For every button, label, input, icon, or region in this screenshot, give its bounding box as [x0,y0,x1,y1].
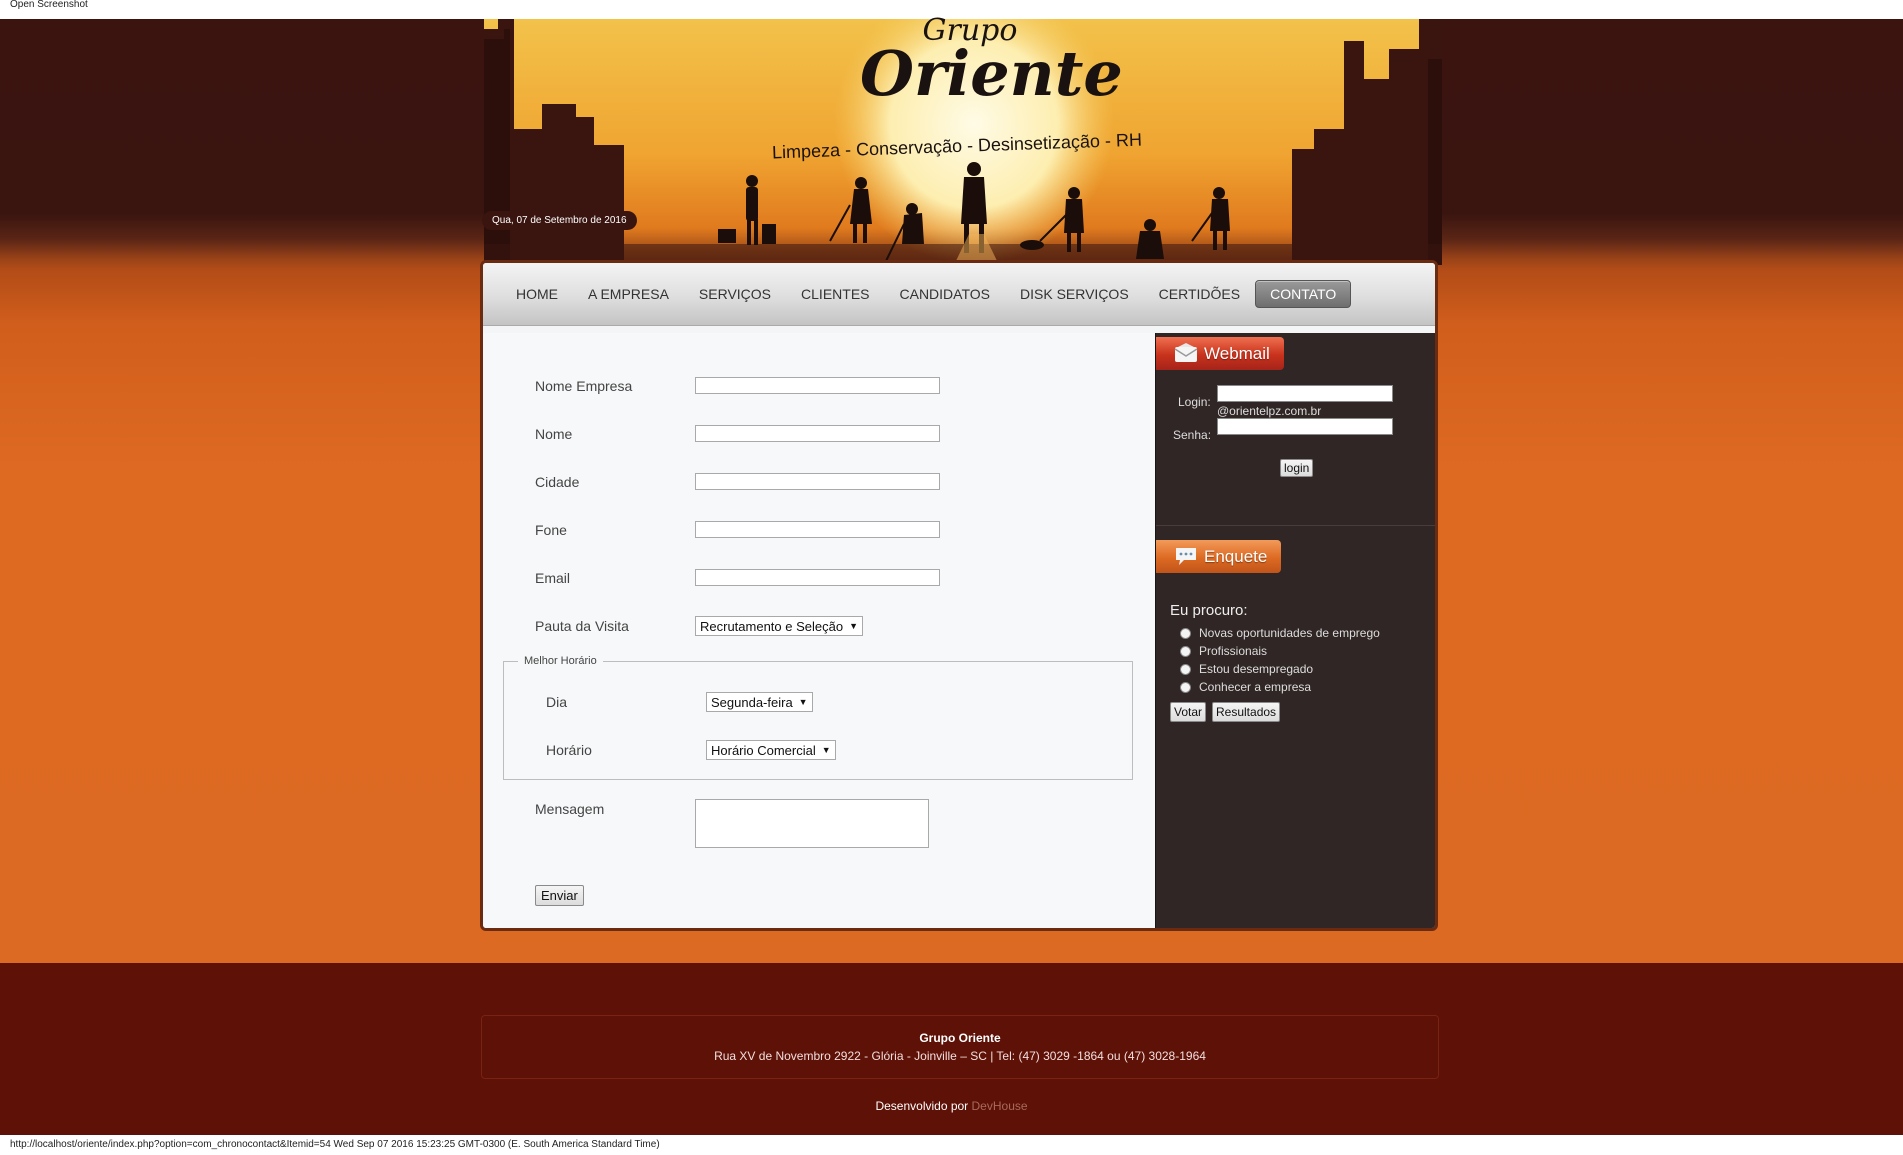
nome-input[interactable] [695,425,940,442]
radio-button[interactable] [1180,663,1191,675]
nav-item-a-empresa[interactable]: A EMPRESA [573,280,684,308]
enquete-title: Enquete [1156,540,1282,573]
horario-label: Horário [546,742,592,758]
dev-prefix: Desenvolvido por [875,1099,969,1113]
field-row-dia: Dia Segunda-feira ▼ [546,692,813,712]
poll-option[interactable]: Estou desempregado [1180,662,1313,676]
footer-company: Grupo Oriente [919,1031,1001,1045]
field-row-email: Email [535,569,940,586]
field-row-mensagem: Mensagem [535,799,929,848]
poll-option-label: Profissionais [1199,644,1268,658]
cidade-label: Cidade [535,473,580,490]
login-input[interactable] [1217,385,1393,402]
contact-form: Nome Empresa Nome Cidade Fone Email Paut… [483,333,1155,928]
radio-button[interactable] [1180,627,1191,639]
poll-option-label: Estou desempregado [1199,662,1314,676]
chat-bubble-icon [1176,548,1196,565]
pauta-select[interactable]: Recrutamento e Seleção ▼ [695,616,864,636]
radio-button[interactable] [1180,681,1191,693]
webmail-title: Webmail [1156,337,1284,370]
melhor-horario-group: Melhor Horário [503,655,1133,780]
footer-credits: Desenvolvido por DevHouse [0,1099,1903,1113]
nome-empresa-label: Nome Empresa [535,377,633,394]
senha-input[interactable] [1217,418,1393,435]
email-domain: @orientelpz.com.br [1217,404,1322,418]
sidebar: Webmail Login: @orientelpz.com.br Senha:… [1155,333,1435,928]
resultados-button[interactable]: Resultados [1212,702,1281,722]
dia-select[interactable]: Segunda-feira ▼ [706,692,813,712]
pauta-label: Pauta da Visita [535,618,629,634]
poll-option-label: Conhecer a empresa [1199,680,1312,694]
horario-select[interactable]: Horário Comercial ▼ [706,740,836,760]
votar-button[interactable]: Votar [1170,702,1207,722]
mensagem-textarea[interactable] [695,799,929,848]
nav-item-certidoes[interactable]: CERTIDÕES [1144,280,1255,308]
poll-option-label: Novas oportunidades de emprego [1199,626,1380,640]
nav-item-candidatos[interactable]: CANDIDATOS [885,280,1006,308]
nav-item-clientes[interactable]: CLIENTES [786,280,884,308]
nome-label: Nome [535,425,573,442]
content-container: HOME A EMPRESA SERVIÇOS CLIENTES CANDIDA… [480,260,1438,931]
email-input[interactable] [695,569,940,586]
field-row-horario: Horário Horário Comercial ▼ [546,740,836,760]
cidade-input[interactable] [695,473,940,490]
envelope-icon [1174,343,1198,362]
poll-option[interactable]: Conhecer a empresa [1180,680,1311,694]
nome-empresa-input[interactable] [695,377,940,394]
mensagem-label: Mensagem [535,801,605,817]
enviar-button[interactable]: Enviar [535,885,584,906]
radio-button[interactable] [1180,645,1191,657]
main-navigation: HOME A EMPRESA SERVIÇOS CLIENTES CANDIDA… [483,263,1435,326]
webmail-title-text: Webmail [1204,344,1270,363]
senha-label: Senha: [1173,428,1212,442]
poll-option[interactable]: Novas oportunidades de emprego [1180,626,1380,640]
sidebar-divider [1156,525,1435,526]
field-row-nome: Nome [535,425,940,442]
nav-item-contato[interactable]: CONTATO [1255,280,1352,308]
brand-large: Oriente [860,37,1123,110]
nav-item-servicos[interactable]: SERVIÇOS [684,280,786,308]
devhouse-link[interactable]: DevHouse [972,1099,1028,1113]
field-row-fone: Fone [535,521,940,538]
footer-info: Grupo Oriente Rua XV de Novembro 2922 - … [481,1015,1439,1079]
login-label: Login: [1178,395,1211,409]
dropdown-arrow-icon: ▼ [821,745,831,755]
fone-input[interactable] [695,521,940,538]
nav-item-disk-servicos[interactable]: DISK SERVIÇOS [1005,280,1144,308]
dropdown-arrow-icon: ▼ [849,621,859,631]
current-date: Qua, 07 de Setembro de 2016 [482,211,637,230]
fone-label: Fone [535,521,567,538]
submit-row: Enviar [535,885,584,906]
dia-value: Segunda-feira [711,694,793,710]
email-label: Email [535,569,571,586]
brand-logo[interactable]: Grupo Oriente [860,14,1123,110]
field-row-nome-empresa: Nome Empresa [535,377,940,394]
footer-address: Rua XV de Novembro 2922 - Glória - Joinv… [714,1049,1206,1063]
nav-item-home[interactable]: HOME [501,280,573,308]
melhor-horario-legend: Melhor Horário [524,655,597,667]
status-bar: http://localhost/oriente/index.php?optio… [0,1135,1903,1155]
field-row-cidade: Cidade [535,473,940,490]
poll-question: Eu procuro: [1170,602,1248,619]
dropdown-arrow-icon: ▼ [798,697,808,707]
pauta-value: Recrutamento e Seleção [700,618,844,634]
horario-value: Horário Comercial [711,742,816,758]
window-caption: Open Screenshot [10,0,88,10]
dia-label: Dia [546,694,568,710]
login-button[interactable]: login [1280,459,1314,477]
poll-option[interactable]: Profissionais [1180,644,1267,658]
enquete-title-text: Enquete [1204,547,1268,566]
field-row-pauta: Pauta da Visita Recrutamento e Seleção ▼ [535,616,864,636]
